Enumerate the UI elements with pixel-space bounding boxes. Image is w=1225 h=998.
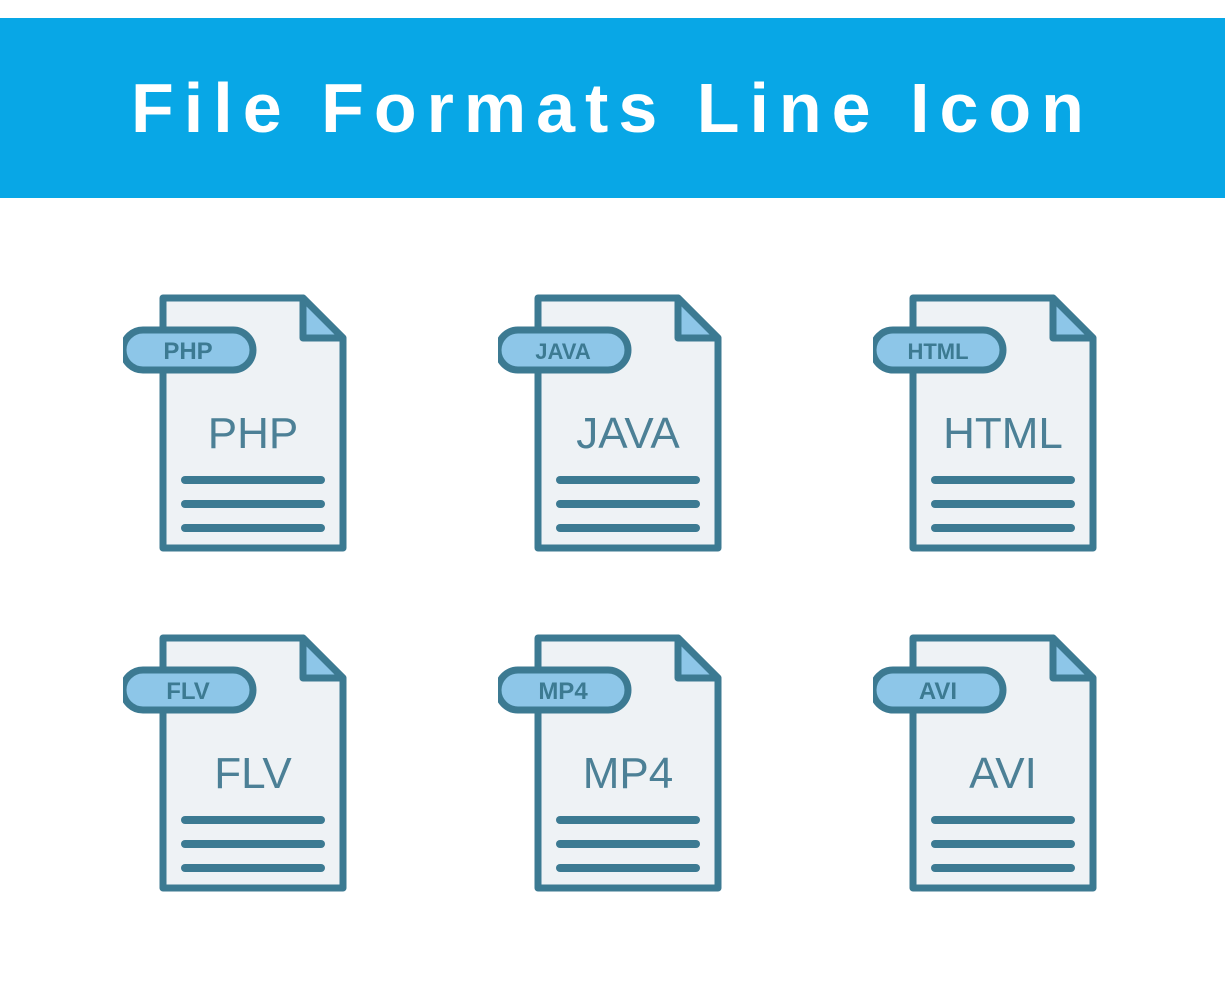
file-label-text: AVI [969, 749, 1037, 798]
file-icon-php: PHP PHP [120, 288, 355, 558]
file-tag-text: HTML [907, 339, 968, 364]
file-label-text: HTML [943, 409, 1063, 458]
file-tag-text: FLV [166, 678, 210, 705]
file-tag-text: AVI [918, 678, 956, 705]
icon-grid: PHP PHP JAVA JAVA HTML HTML [0, 198, 1225, 958]
file-icon-html: HTML HTML [870, 288, 1105, 558]
file-icon-mp4: MP4 MP4 [495, 628, 730, 898]
file-label-text: JAVA [576, 409, 680, 458]
header-title: File Formats Line Icon [131, 68, 1094, 148]
file-tag-text: MP4 [538, 678, 588, 705]
file-label-text: MP4 [582, 749, 672, 798]
file-tag-text: JAVA [535, 339, 591, 364]
file-tag-text: PHP [163, 338, 212, 365]
file-label-text: PHP [207, 409, 297, 458]
file-icon-flv: FLV FLV [120, 628, 355, 898]
file-icon-avi: AVI AVI [870, 628, 1105, 898]
file-label-text: FLV [214, 749, 292, 798]
file-icon-java: JAVA JAVA [495, 288, 730, 558]
header-banner: File Formats Line Icon [0, 18, 1225, 198]
